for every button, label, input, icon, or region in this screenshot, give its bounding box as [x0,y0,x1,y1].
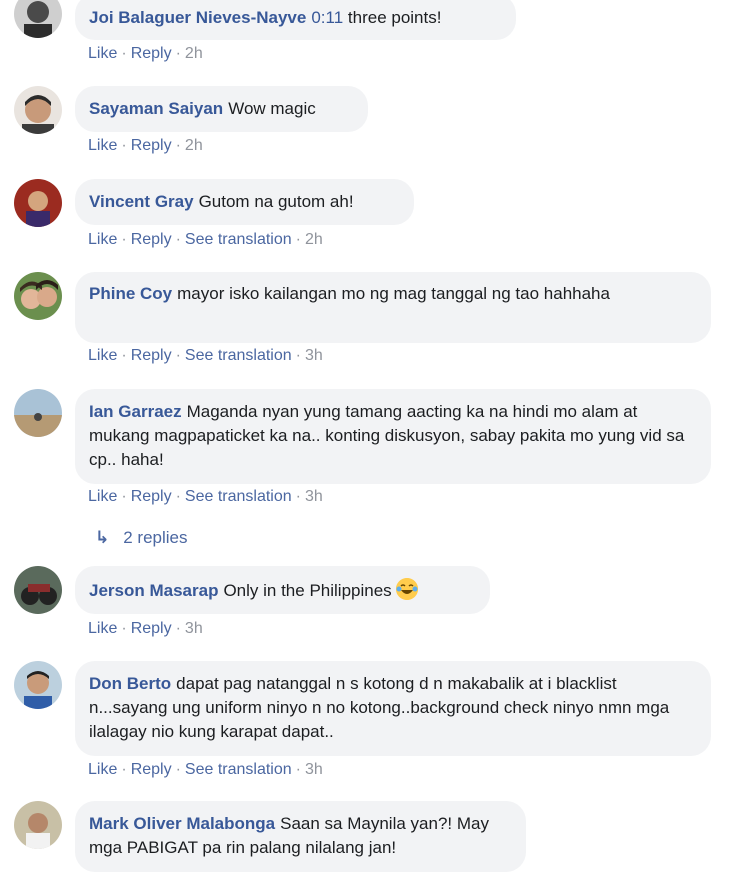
comment-bubble: Sayaman Saiyan Wow magic [75,86,368,132]
comment-text: mayor isko kailangan mo ng mag tanggal n… [177,284,610,303]
comment-author[interactable]: Don Berto [89,674,171,693]
comment-bubble: Don Berto dapat pag natanggal n s kotong … [75,661,711,756]
comment-bubble: Ian Garraez Maganda nyan yung tamang aact… [75,389,711,484]
comment-actions: Like · Reply · See translation · 3h [88,761,323,778]
reply-button[interactable]: Reply [131,620,172,637]
like-button[interactable]: Like [88,488,117,505]
comment-text: three points! [343,8,442,27]
comment-actions: Like · Reply · See translation · 2h [88,231,323,248]
comment-author[interactable]: Phine Coy [89,284,172,303]
comment-author[interactable]: Mark Oliver Malabonga [89,814,275,833]
avatar[interactable] [14,801,62,849]
avatar[interactable] [14,389,62,437]
comment-actions: Like · Reply · 2h [88,137,203,154]
see-translation-link[interactable]: See translation [185,488,292,505]
comment-author[interactable]: Vincent Gray [89,192,194,211]
like-button[interactable]: Like [88,761,117,778]
reply-button[interactable]: Reply [131,488,172,505]
comment-time[interactable]: 3h [185,620,203,637]
comment-actions: Like · Reply · 2h [88,45,203,62]
comment-bubble: Mark Oliver Malabonga Saan sa Maynila yan… [75,801,526,872]
see-translation-link[interactable]: See translation [185,761,292,778]
laughing-tears-emoji [395,578,418,600]
reply-button[interactable]: Reply [131,231,172,248]
see-translation-link[interactable]: See translation [185,347,292,364]
comment-bubble: Joi Balaguer Nieves-Nayve 0:11 three poin… [75,0,516,40]
video-timestamp-link[interactable]: 0:11 [311,8,343,27]
avatar[interactable] [14,272,62,320]
comment-time[interactable]: 3h [305,347,323,364]
comment-time[interactable]: 2h [185,45,203,62]
comment-time[interactable]: 3h [305,488,323,505]
comment-time[interactable]: 2h [305,231,323,248]
see-translation-link[interactable]: See translation [185,231,292,248]
reply-button[interactable]: Reply [131,45,172,62]
avatar[interactable] [14,0,62,38]
comment-text: Gutom na gutom ah! [198,192,354,211]
comment-time[interactable]: 3h [305,761,323,778]
like-button[interactable]: Like [88,45,117,62]
reply-arrow-icon: ↳ [95,528,110,547]
comment-bubble: Jerson Masarap Only in the Philippines [75,566,490,614]
comment-text: dapat pag natanggal n s kotong d n makab… [89,674,670,741]
comment-author[interactable]: Sayaman Saiyan [89,99,223,118]
comment-text: Only in the Philippines [223,581,392,600]
like-button[interactable]: Like [88,620,117,637]
comment-bubble: Vincent Gray Gutom na gutom ah! [75,179,414,225]
comment-author[interactable]: Joi Balaguer Nieves-Nayve [89,8,306,27]
avatar[interactable] [14,179,62,227]
avatar[interactable] [14,566,62,614]
avatar[interactable] [14,661,62,709]
comment-actions: Like · Reply · See translation · 3h [88,347,323,364]
comment-author[interactable]: Ian Garraez [89,402,182,421]
replies-count: 2 replies [123,528,188,547]
comment-time[interactable]: 2h [185,137,203,154]
comment-actions: Like · Reply · See translation · 3h [88,488,323,505]
comment-actions: Like · Reply · 3h [88,620,203,637]
reply-button[interactable]: Reply [131,761,172,778]
comment-text: Wow magic [228,99,316,118]
view-replies-link[interactable]: ↳ 2 replies [95,528,188,548]
avatar[interactable] [14,86,62,134]
like-button[interactable]: Like [88,347,117,364]
like-button[interactable]: Like [88,137,117,154]
reply-button[interactable]: Reply [131,347,172,364]
reply-button[interactable]: Reply [131,137,172,154]
like-button[interactable]: Like [88,231,117,248]
comment-bubble: Phine Coy mayor isko kailangan mo ng mag … [75,272,711,343]
comment-author[interactable]: Jerson Masarap [89,581,218,600]
